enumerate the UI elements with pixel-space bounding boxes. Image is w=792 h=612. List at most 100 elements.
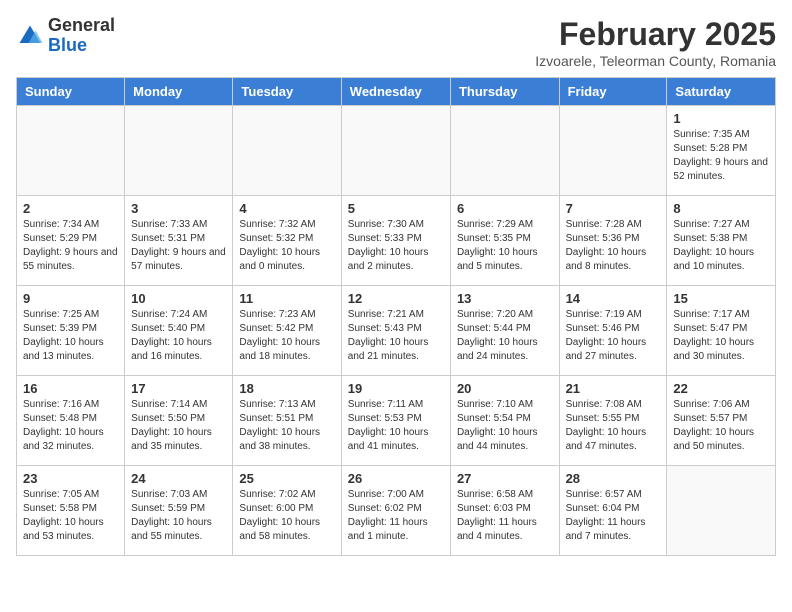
calendar-cell: 15 Sunrise: 7:17 AM Sunset: 5:47 PM Dayli… [667, 286, 776, 376]
day-number: 3 [131, 201, 226, 216]
day-info: Sunrise: 7:00 AM Sunset: 6:02 PM Dayligh… [348, 488, 444, 544]
day-header-wednesday: Wednesday [341, 78, 450, 106]
calendar-cell: 1 Sunrise: 7:35 AM Sunset: 5:28 PM Daylig… [667, 106, 776, 196]
calendar-header-row: SundayMondayTuesdayWednesdayThursdayFrid… [17, 78, 776, 106]
day-header-friday: Friday [559, 78, 667, 106]
calendar-cell: 17 Sunrise: 7:14 AM Sunset: 5:50 PM Dayli… [125, 376, 233, 466]
calendar-cell: 7Sunrise: 7:28 AM Sunset: 5:36 PM Daylig… [559, 196, 667, 286]
day-number: 14 [566, 291, 661, 306]
calendar-cell: 26 Sunrise: 7:00 AM Sunset: 6:02 PM Dayli… [341, 466, 450, 556]
day-number: 11 [239, 291, 334, 306]
page-header: General Blue February 2025 Izvoarele, Te… [16, 16, 776, 69]
calendar-cell: 21 Sunrise: 7:08 AM Sunset: 5:55 PM Dayli… [559, 376, 667, 466]
day-number: 26 [348, 471, 444, 486]
day-info: Sunrise: 7:21 AM Sunset: 5:43 PM Dayligh… [348, 308, 444, 364]
day-info: Sunrise: 7:05 AM Sunset: 5:58 PM Dayligh… [23, 488, 118, 544]
day-header-thursday: Thursday [450, 78, 559, 106]
day-info: Sunrise: 7:10 AM Sunset: 5:54 PM Dayligh… [457, 398, 553, 454]
day-number: 27 [457, 471, 553, 486]
day-header-sunday: Sunday [17, 78, 125, 106]
day-info: Sunrise: 7:30 AM Sunset: 5:33 PM Dayligh… [348, 218, 444, 274]
calendar-cell: 8 Sunrise: 7:27 AM Sunset: 5:38 PM Daylig… [667, 196, 776, 286]
calendar-cell: 22 Sunrise: 7:06 AM Sunset: 5:57 PM Dayli… [667, 376, 776, 466]
day-number: 1 [673, 111, 769, 126]
day-info: Sunrise: 6:57 AM Sunset: 6:04 PM Dayligh… [566, 488, 661, 544]
logo-icon [16, 22, 44, 50]
logo-blue: Blue [48, 36, 115, 56]
day-info: Sunrise: 7:19 AM Sunset: 5:46 PM Dayligh… [566, 308, 661, 364]
day-number: 23 [23, 471, 118, 486]
day-number: 6 [457, 201, 553, 216]
day-header-saturday: Saturday [667, 78, 776, 106]
location-subtitle: Izvoarele, Teleorman County, Romania [535, 53, 776, 69]
day-number: 28 [566, 471, 661, 486]
day-number: 16 [23, 381, 118, 396]
calendar-cell: 23 Sunrise: 7:05 AM Sunset: 5:58 PM Dayli… [17, 466, 125, 556]
day-number: 18 [239, 381, 334, 396]
calendar-cell: 24Sunrise: 7:03 AM Sunset: 5:59 PM Dayli… [125, 466, 233, 556]
day-info: Sunrise: 7:13 AM Sunset: 5:51 PM Dayligh… [239, 398, 334, 454]
week-row-3: 9 Sunrise: 7:25 AM Sunset: 5:39 PM Daylig… [17, 286, 776, 376]
calendar-cell: 20Sunrise: 7:10 AM Sunset: 5:54 PM Dayli… [450, 376, 559, 466]
day-number: 4 [239, 201, 334, 216]
day-number: 13 [457, 291, 553, 306]
calendar-cell: 4 Sunrise: 7:32 AM Sunset: 5:32 PM Daylig… [233, 196, 341, 286]
day-info: Sunrise: 7:28 AM Sunset: 5:36 PM Dayligh… [566, 218, 661, 274]
day-info: Sunrise: 7:27 AM Sunset: 5:38 PM Dayligh… [673, 218, 769, 274]
calendar-cell [17, 106, 125, 196]
calendar-cell: 6 Sunrise: 7:29 AM Sunset: 5:35 PM Daylig… [450, 196, 559, 286]
day-number: 12 [348, 291, 444, 306]
day-info: Sunrise: 7:33 AM Sunset: 5:31 PM Dayligh… [131, 218, 226, 274]
day-info: Sunrise: 7:34 AM Sunset: 5:29 PM Dayligh… [23, 218, 118, 274]
day-number: 25 [239, 471, 334, 486]
day-number: 21 [566, 381, 661, 396]
day-number: 9 [23, 291, 118, 306]
title-area: February 2025 Izvoarele, Teleorman Count… [535, 16, 776, 69]
day-info: Sunrise: 7:08 AM Sunset: 5:55 PM Dayligh… [566, 398, 661, 454]
day-info: Sunrise: 7:29 AM Sunset: 5:35 PM Dayligh… [457, 218, 553, 274]
day-info: Sunrise: 7:24 AM Sunset: 5:40 PM Dayligh… [131, 308, 226, 364]
day-info: Sunrise: 7:20 AM Sunset: 5:44 PM Dayligh… [457, 308, 553, 364]
day-number: 22 [673, 381, 769, 396]
day-info: Sunrise: 7:32 AM Sunset: 5:32 PM Dayligh… [239, 218, 334, 274]
day-info: Sunrise: 7:06 AM Sunset: 5:57 PM Dayligh… [673, 398, 769, 454]
day-info: Sunrise: 7:25 AM Sunset: 5:39 PM Dayligh… [23, 308, 118, 364]
calendar-table: SundayMondayTuesdayWednesdayThursdayFrid… [16, 77, 776, 556]
day-info: Sunrise: 7:14 AM Sunset: 5:50 PM Dayligh… [131, 398, 226, 454]
calendar-cell: 13 Sunrise: 7:20 AM Sunset: 5:44 PM Dayli… [450, 286, 559, 376]
day-number: 17 [131, 381, 226, 396]
day-number: 8 [673, 201, 769, 216]
calendar-cell [233, 106, 341, 196]
day-info: Sunrise: 7:11 AM Sunset: 5:53 PM Dayligh… [348, 398, 444, 454]
day-number: 15 [673, 291, 769, 306]
day-info: Sunrise: 7:17 AM Sunset: 5:47 PM Dayligh… [673, 308, 769, 364]
day-header-tuesday: Tuesday [233, 78, 341, 106]
calendar-cell: 9 Sunrise: 7:25 AM Sunset: 5:39 PM Daylig… [17, 286, 125, 376]
calendar-cell: 2Sunrise: 7:34 AM Sunset: 5:29 PM Daylig… [17, 196, 125, 286]
day-number: 24 [131, 471, 226, 486]
logo: General Blue [16, 16, 115, 56]
week-row-1: 1 Sunrise: 7:35 AM Sunset: 5:28 PM Daylig… [17, 106, 776, 196]
calendar-cell: 11 Sunrise: 7:23 AM Sunset: 5:42 PM Dayli… [233, 286, 341, 376]
calendar-cell: 10Sunrise: 7:24 AM Sunset: 5:40 PM Dayli… [125, 286, 233, 376]
calendar-cell: 14 Sunrise: 7:19 AM Sunset: 5:46 PM Dayli… [559, 286, 667, 376]
day-info: Sunrise: 6:58 AM Sunset: 6:03 PM Dayligh… [457, 488, 553, 544]
day-number: 5 [348, 201, 444, 216]
calendar-cell: 19Sunrise: 7:11 AM Sunset: 5:53 PM Dayli… [341, 376, 450, 466]
day-info: Sunrise: 7:02 AM Sunset: 6:00 PM Dayligh… [239, 488, 334, 544]
calendar-cell: 5 Sunrise: 7:30 AM Sunset: 5:33 PM Daylig… [341, 196, 450, 286]
month-title: February 2025 [535, 16, 776, 53]
calendar-cell [450, 106, 559, 196]
day-info: Sunrise: 7:35 AM Sunset: 5:28 PM Dayligh… [673, 128, 769, 184]
calendar-cell: 18 Sunrise: 7:13 AM Sunset: 5:51 PM Dayli… [233, 376, 341, 466]
calendar-cell [341, 106, 450, 196]
day-info: Sunrise: 7:23 AM Sunset: 5:42 PM Dayligh… [239, 308, 334, 364]
calendar-cell: 25 Sunrise: 7:02 AM Sunset: 6:00 PM Dayli… [233, 466, 341, 556]
day-header-monday: Monday [125, 78, 233, 106]
logo-general: General [48, 16, 115, 36]
calendar-cell [559, 106, 667, 196]
week-row-5: 23 Sunrise: 7:05 AM Sunset: 5:58 PM Dayli… [17, 466, 776, 556]
calendar-cell [667, 466, 776, 556]
calendar-cell: 28 Sunrise: 6:57 AM Sunset: 6:04 PM Dayli… [559, 466, 667, 556]
calendar-cell: 3 Sunrise: 7:33 AM Sunset: 5:31 PM Daylig… [125, 196, 233, 286]
